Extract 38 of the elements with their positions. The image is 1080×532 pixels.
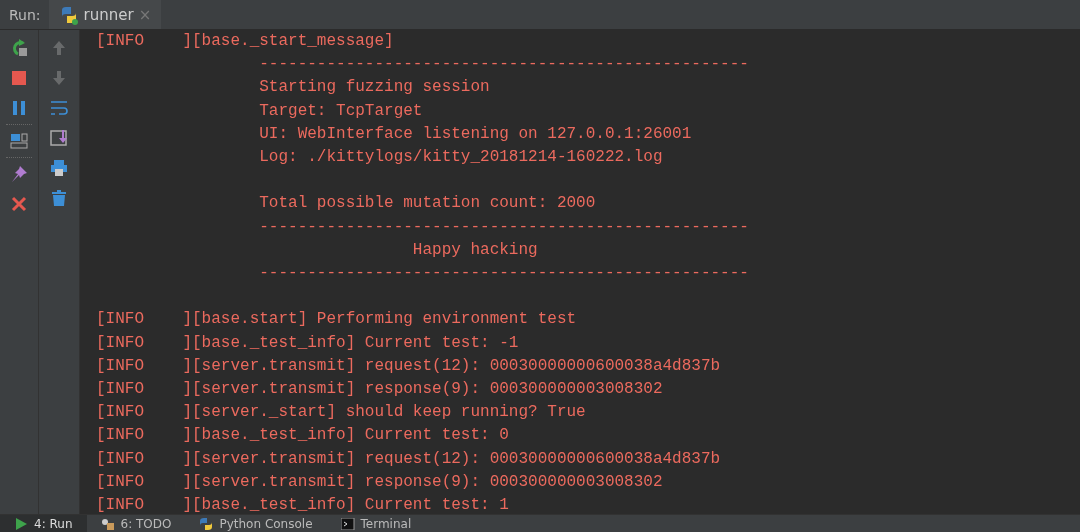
layout-icon[interactable] <box>9 131 29 151</box>
console-line: [INFO ][server._start] should keep running? True <box>96 402 586 424</box>
tool-window-tab[interactable]: Terminal <box>326 515 426 532</box>
play-icon <box>14 517 28 530</box>
console-line: --------------------------------------------------- <box>258 263 749 284</box>
wrap-icon[interactable] <box>49 98 69 118</box>
console-line: [INFO ][base.start] Performing environment test <box>96 309 577 331</box>
console-line: Total possible mutation count: 2000 <box>258 193 596 215</box>
todo-icon <box>100 517 115 530</box>
print-icon[interactable] <box>49 158 69 178</box>
console-line: [INFO ][server.transmit] request(12): 00030000000600038a4d837b <box>96 448 721 470</box>
console-line: [INFO ][server.transmit] request(12): 00030000000600038a4d837b <box>96 355 721 377</box>
console-line: Starting fuzzing session <box>258 77 490 99</box>
console-line: --------------------------------------------------- <box>258 54 749 76</box>
stop-icon[interactable] <box>9 68 29 88</box>
close-icon[interactable] <box>9 194 29 214</box>
console-line: [INFO ][base._test_info] Current test: 1 <box>96 495 509 517</box>
console-line: Happy hacking <box>411 239 538 261</box>
trash-icon[interactable] <box>49 188 69 208</box>
console-line: --------------------------------------------------- <box>258 216 749 238</box>
tool-window-tab[interactable]: Python Console <box>185 515 327 532</box>
run-label: Run: <box>8 6 42 23</box>
console-line: [INFO ][server.transmit] response(9): 000300000003008302 <box>96 471 663 493</box>
console-line: Log: ./kittylogs/kitty_20181214-160222.log <box>258 147 663 168</box>
console-line: UI: WebInterface listening on 127.0.0.1:26001 <box>258 123 692 145</box>
tab-title: runner <box>83 5 134 24</box>
console-line: [INFO ][base._test_info] Current test: -1 <box>96 332 519 354</box>
console-line: [INFO ][server.transmit] response(9): 000300000003008302 <box>96 379 663 400</box>
console-line: [INFO ][base._start_message] <box>96 31 394 52</box>
scroll-end-icon[interactable] <box>49 128 69 148</box>
console-line: [INFO ][base._test_info] Current test: 0 <box>96 425 509 447</box>
runner-tab[interactable]: runner × <box>48 0 162 29</box>
tool-window-tab[interactable]: 6: TODO <box>86 515 186 532</box>
python-icon <box>199 517 214 530</box>
console-line: Target: TcpTarget <box>258 100 423 122</box>
pin-icon[interactable] <box>9 164 29 184</box>
tool-window-tab[interactable]: 4: Run <box>0 515 87 532</box>
terminal-icon <box>340 517 355 530</box>
